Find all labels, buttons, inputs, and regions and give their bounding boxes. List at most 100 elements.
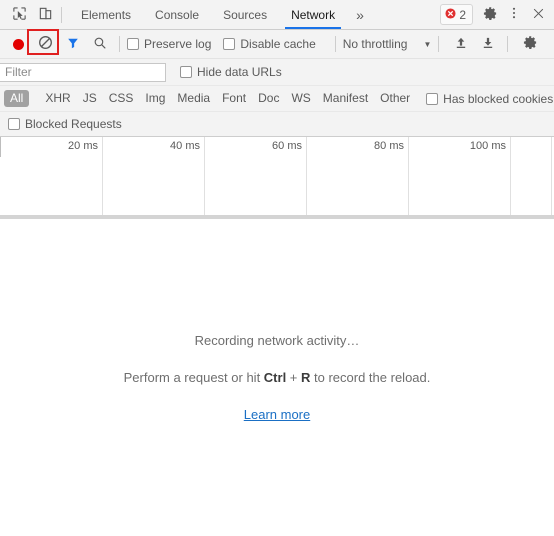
throttling-dropdown[interactable]: No throttling ▼ xyxy=(343,37,432,51)
devtools-window: Elements Console Sources Network » 2 Pre… xyxy=(0,0,554,536)
hide-data-urls-checkbox[interactable]: Hide data URLs xyxy=(180,65,282,79)
type-filter-all[interactable]: All xyxy=(4,90,30,107)
close-icon xyxy=(532,7,545,23)
overview-gridline xyxy=(306,137,307,215)
type-filter-js[interactable]: JS xyxy=(77,90,103,107)
hide-data-urls-checkbox-box[interactable] xyxy=(180,66,192,78)
overview-gridline xyxy=(102,137,103,215)
type-filter-other[interactable]: Other xyxy=(374,90,416,107)
filter-input[interactable] xyxy=(0,62,166,82)
has-blocked-cookies-checkbox[interactable]: Has blocked cookies xyxy=(426,92,553,106)
error-circle-icon xyxy=(445,7,456,22)
throttling-value-label: No throttling xyxy=(342,37,408,51)
type-filter-css-label: CSS xyxy=(108,91,134,105)
disable-cache-label: Disable cache xyxy=(240,37,316,51)
type-filter-media-label: Media xyxy=(177,91,211,105)
preserve-log-checkbox-box[interactable] xyxy=(127,38,139,50)
clear-icon xyxy=(38,35,53,53)
type-filter-media[interactable]: Media xyxy=(171,90,216,107)
overview-tick-label: 20 ms xyxy=(68,140,98,152)
record-network-log-button[interactable] xyxy=(6,32,30,56)
download-arrow-icon xyxy=(481,36,495,53)
toolbar-divider-3 xyxy=(438,36,440,52)
type-filter-doc[interactable]: Doc xyxy=(252,90,285,107)
overview-tick-label: 40 ms xyxy=(170,140,200,152)
filter-row: Hide data URLs xyxy=(0,59,554,86)
tab-console-label: Console xyxy=(155,7,200,22)
tabbar-divider xyxy=(61,6,62,23)
chevron-double-right-icon: » xyxy=(356,6,364,23)
type-filter-font-label: Font xyxy=(222,91,247,105)
type-filter-other-label: Other xyxy=(380,91,411,105)
type-filter-xhr[interactable]: XHR xyxy=(39,90,76,107)
network-toolbar: Preserve log Disable cache No throttling… xyxy=(0,29,554,59)
upload-arrow-icon xyxy=(454,36,468,53)
type-filter-manifest-label: Manifest xyxy=(322,91,369,105)
network-settings-gear-icon xyxy=(523,35,538,53)
overview-gridline xyxy=(408,137,409,215)
toolbar-divider-4 xyxy=(507,36,509,52)
tab-sources[interactable]: Sources xyxy=(211,0,279,29)
network-overview-timeline[interactable]: 20 ms 40 ms 60 ms 80 ms 100 ms xyxy=(0,137,554,219)
type-filter-css[interactable]: CSS xyxy=(103,90,140,107)
devtools-main-menu-button[interactable] xyxy=(502,3,526,27)
overview-gridline xyxy=(510,137,511,215)
search-icon xyxy=(93,36,107,53)
blocked-requests-checkbox-box[interactable] xyxy=(8,118,20,130)
error-count-badge[interactable]: 2 xyxy=(440,4,473,25)
type-filter-manifest[interactable]: Manifest xyxy=(317,90,374,107)
gear-icon xyxy=(483,6,498,24)
shortcut-key-r: R xyxy=(301,370,311,385)
devtools-tabbar: Elements Console Sources Network » 2 xyxy=(0,0,554,30)
device-toolbar-icon xyxy=(38,6,53,24)
network-empty-state: Recording network activity… Perform a re… xyxy=(0,219,554,536)
type-filter-xhr-label: XHR xyxy=(45,91,71,105)
inspect-cursor-icon xyxy=(12,6,27,24)
resource-type-filter-row: All XHR JS CSS Img Media Font Doc WS Man… xyxy=(0,86,554,112)
network-settings-button[interactable] xyxy=(518,32,542,56)
toggle-device-toolbar-button[interactable] xyxy=(32,3,58,27)
toggle-filter-button[interactable] xyxy=(61,32,85,56)
shortcut-key-ctrl: Ctrl xyxy=(263,370,287,385)
import-har-button[interactable] xyxy=(449,32,473,56)
type-filter-doc-label: Doc xyxy=(258,91,280,105)
tab-sources-label: Sources xyxy=(223,7,268,22)
inspect-element-button[interactable] xyxy=(6,3,32,27)
learn-more-link[interactable]: Learn more xyxy=(244,407,310,422)
toolbar-divider-2 xyxy=(334,36,336,52)
type-filter-font[interactable]: Font xyxy=(216,90,252,107)
clear-network-log-button[interactable] xyxy=(27,29,59,56)
empty-state-secondary-message: Perform a request or hit Ctrl + R to rec… xyxy=(124,370,431,385)
preserve-log-checkbox[interactable]: Preserve log xyxy=(127,37,211,51)
overview-gridline-right xyxy=(551,137,552,215)
devtools-settings-button[interactable] xyxy=(478,3,502,27)
shortcut-plus: + xyxy=(286,370,302,385)
overview-left-edge-marker xyxy=(0,137,1,157)
tab-network-label: Network xyxy=(291,7,336,22)
panel-tabs: Elements Console Sources Network » xyxy=(69,0,440,29)
has-blocked-cookies-checkbox-box[interactable] xyxy=(426,92,439,105)
tabbar-left-tools xyxy=(0,0,69,29)
error-count-label: 2 xyxy=(459,7,466,22)
close-devtools-button[interactable] xyxy=(526,3,550,27)
search-button[interactable] xyxy=(88,32,112,56)
record-dot-icon xyxy=(12,38,24,50)
type-filter-ws-label: WS xyxy=(291,91,311,105)
tab-console[interactable]: Console xyxy=(143,0,211,29)
tab-network[interactable]: Network xyxy=(279,0,347,29)
type-filter-js-label: JS xyxy=(82,91,97,105)
has-blocked-cookies-label: Has blocked cookies xyxy=(443,91,554,106)
type-filter-ws[interactable]: WS xyxy=(285,90,316,107)
tab-elements-label: Elements xyxy=(81,7,132,22)
disable-cache-checkbox-box[interactable] xyxy=(223,38,236,50)
disable-cache-checkbox[interactable]: Disable cache xyxy=(223,37,316,51)
type-filter-img[interactable]: Img xyxy=(139,90,171,107)
chevron-down-icon: ▼ xyxy=(423,39,432,49)
blocked-requests-checkbox[interactable]: Blocked Requests xyxy=(8,117,122,131)
kebab-menu-icon xyxy=(507,6,521,23)
overview-tick-label: 80 ms xyxy=(374,140,404,152)
preserve-log-label: Preserve log xyxy=(144,37,212,51)
export-har-button[interactable] xyxy=(476,32,500,56)
more-tabs-button[interactable]: » xyxy=(347,0,373,29)
tab-elements[interactable]: Elements xyxy=(69,0,143,29)
